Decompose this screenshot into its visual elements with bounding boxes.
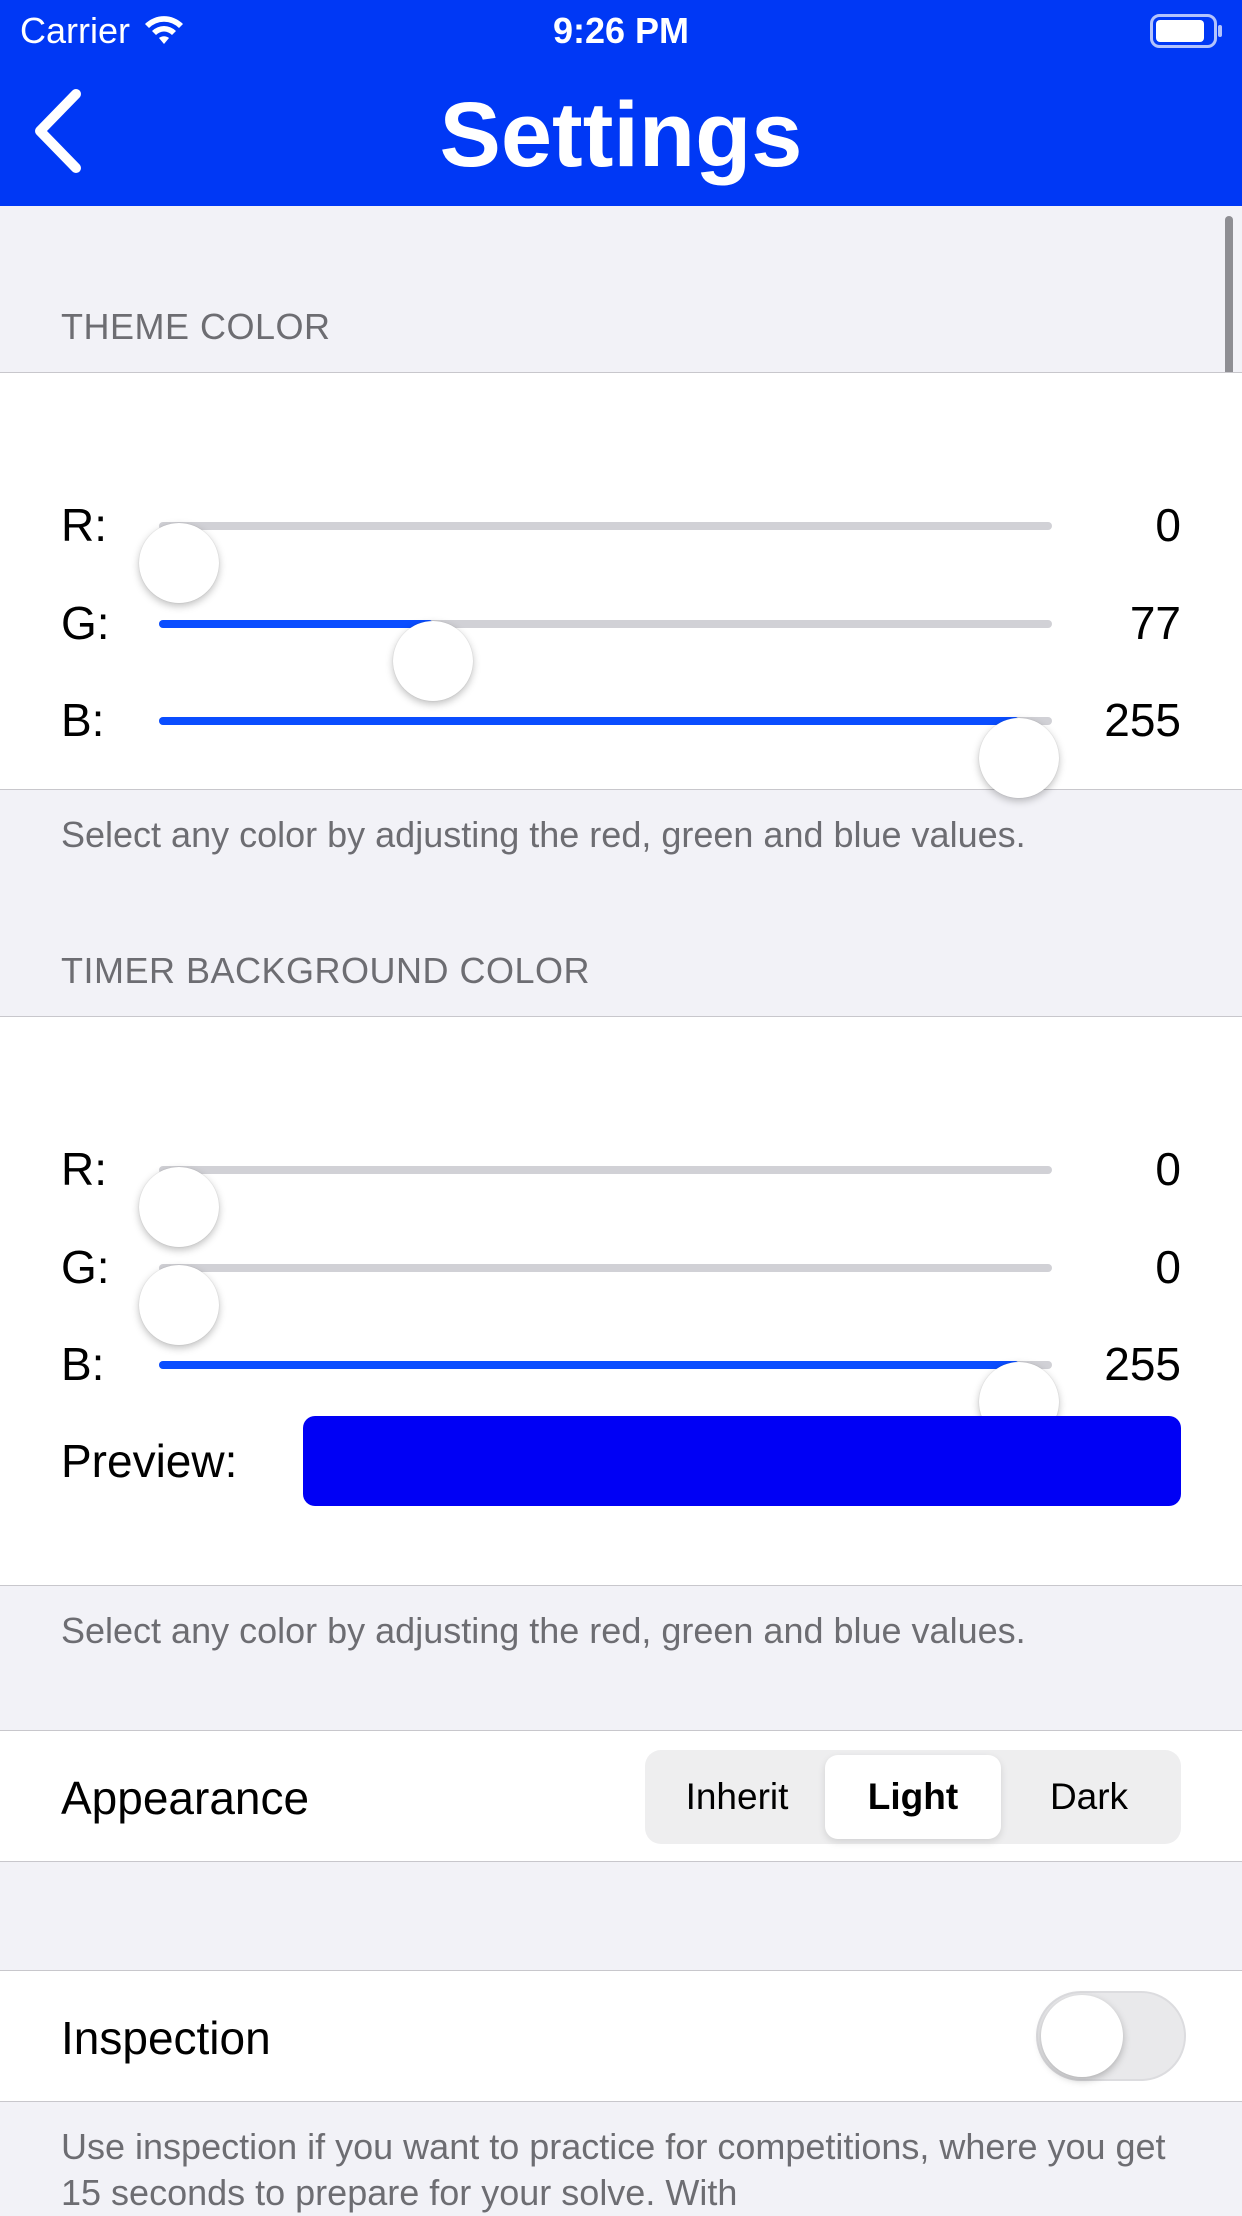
navigation-bar: Carrier 9:26 PM Settings <box>0 0 1242 206</box>
theme-color-card: R: 0 G: 77 B: 255 <box>0 372 1242 798</box>
theme-color-header: THEME COLOR <box>61 306 331 347</box>
slider-value: 0 <box>1155 1143 1181 1195</box>
slider-value: 0 <box>1155 499 1181 551</box>
battery-icon <box>1150 14 1222 48</box>
slider-track[interactable] <box>159 717 1059 798</box>
inspection-row: Inspection <box>0 1970 1242 2102</box>
segment-light[interactable]: Light <box>825 1755 1001 1839</box>
slider-label: R: <box>61 499 107 551</box>
timer-background-card: R: 0 G: 0 B: 255 Preview: <box>0 1016 1242 1586</box>
page-title: Settings <box>439 84 803 186</box>
status-time: 9:26 PM <box>552 10 690 51</box>
slider-track[interactable] <box>139 522 1052 603</box>
timer-background-header: TIMER BACKGROUND COLOR <box>61 950 591 991</box>
appearance-segmented-control[interactable]: Inherit Light Dark <box>645 1750 1181 1844</box>
slider-label: B: <box>61 1338 105 1390</box>
theme-slider-green: G: 77 <box>0 583 1242 701</box>
color-preview-swatch <box>303 1416 1181 1506</box>
slider-track[interactable] <box>139 1264 1052 1345</box>
slider-fill <box>159 1361 1019 1369</box>
slider-fill <box>159 620 433 628</box>
theme-color-footer: Select any color by adjusting the red, g… <box>61 814 1026 855</box>
appearance-row: Appearance Inherit Light Dark <box>0 1730 1242 1862</box>
slider-value: 255 <box>1104 1338 1181 1390</box>
slider-thumb[interactable] <box>979 718 1059 798</box>
slider-value: 255 <box>1104 694 1181 746</box>
timer-background-footer: Select any color by adjusting the red, g… <box>61 1610 1026 1651</box>
slider-label: B: <box>61 694 105 746</box>
segment-inherit[interactable]: Inherit <box>649 1755 825 1839</box>
timer-slider-red: R: 0 <box>0 1129 1242 1247</box>
slider-label: G: <box>61 1241 110 1293</box>
segment-dark[interactable]: Dark <box>1001 1755 1177 1839</box>
slider-fill <box>159 717 1019 725</box>
slider-value: 77 <box>1129 597 1181 649</box>
theme-slider-blue: B: 255 <box>0 680 1242 798</box>
timer-slider-green: G: 0 <box>0 1227 1242 1345</box>
preview-label: Preview: <box>61 1435 238 1487</box>
inspection-label: Inspection <box>61 2012 271 2064</box>
slider-track[interactable] <box>159 1361 1059 1442</box>
inspection-toggle[interactable] <box>1036 1991 1186 2081</box>
slider-label: R: <box>61 1143 107 1195</box>
slider-track[interactable] <box>159 620 1052 701</box>
slider-value: 0 <box>1155 1241 1181 1293</box>
slider-track[interactable] <box>139 1166 1052 1247</box>
inspection-footer: Use inspection if you want to practice f… <box>61 2126 1166 2213</box>
timer-slider-blue: B: 255 <box>0 1324 1242 1442</box>
theme-slider-red: R: 0 <box>0 485 1242 603</box>
appearance-label: Appearance <box>61 1772 310 1824</box>
slider-label: G: <box>61 597 110 649</box>
toggle-knob <box>1041 1995 1123 2077</box>
